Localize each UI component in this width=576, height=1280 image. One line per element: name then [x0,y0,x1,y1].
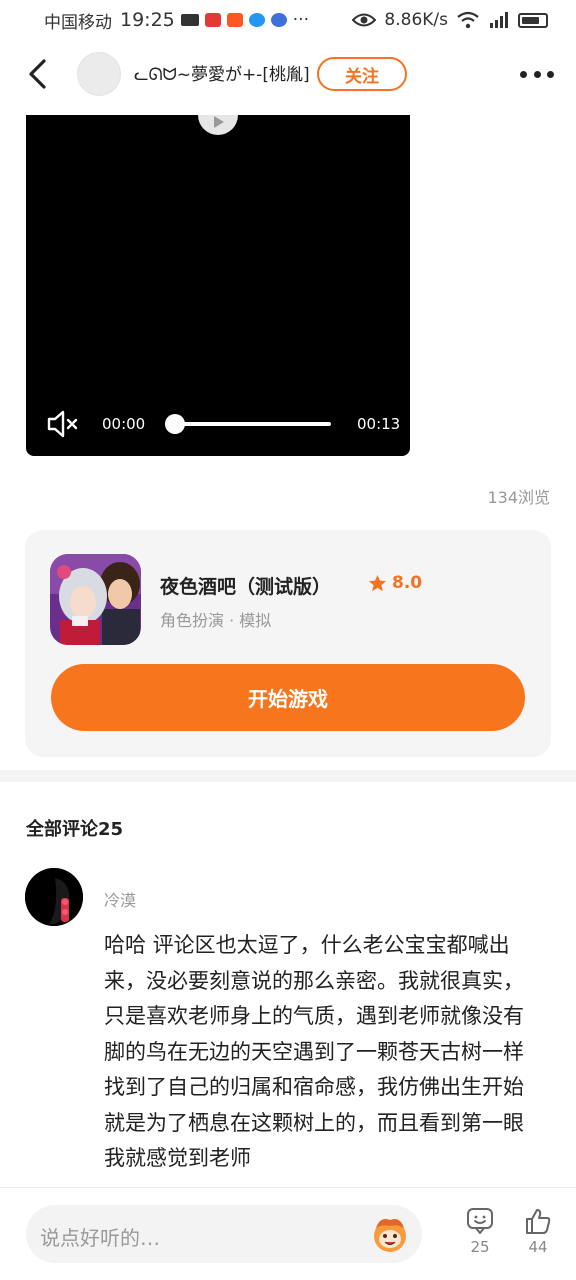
video-duration: 00:13 [357,415,401,433]
status-left: 中国移动 19:25 ··· [44,8,309,33]
mute-icon[interactable] [46,409,80,439]
rating-value: 8.0 [392,573,423,593]
music-app-icon [270,13,287,27]
game-cover-art [50,554,141,645]
video-current-time: 00:00 [102,415,146,433]
comments-header: 全部评论25 [26,819,124,840]
huawei-app-icon [204,13,221,27]
comment-input[interactable]: 说点好听的… [26,1205,422,1263]
like-action[interactable]: 44 [518,1206,558,1256]
post-detail-page: 中国移动 19:25 ··· 8.86K/s ᓚᘏᗢ~夢愛が+-[桃胤] 关注 … [0,0,576,1280]
comment-username[interactable]: 冷漠 [104,887,136,911]
comment-count: 25 [470,1238,490,1256]
more-dots-icon[interactable] [520,64,554,84]
avatar-image [25,868,83,926]
eye-icon [352,13,377,27]
wifi-icon [457,11,479,29]
author-avatar[interactable] [77,52,121,96]
status-right: 8.86K/s [352,10,548,30]
game-rating: 8.0 [368,573,422,593]
video-player[interactable]: 00:00 00:13 [26,115,410,456]
comment-icon [467,1208,493,1234]
game-tags: 角色扮演 · 模拟 [160,611,272,630]
game-title[interactable]: 夜色酒吧（测试版） [160,572,331,599]
more-notifications-icon: ··· [292,10,309,30]
video-call-icon [180,14,199,26]
game-card[interactable]: 夜色酒吧（测试版） 8.0 角色扮演 · 模拟 开始游戏 [25,530,551,757]
comment-input-placeholder: 说点好听的… [40,1226,160,1250]
comment-text: 哈哈 评论区也太逗了，什么老公宝宝都喊出来，没必要刻意说的那么亲密。我就很真实，… [104,933,524,1170]
carrier-name: 中国移动 [44,12,112,33]
like-count: 44 [528,1238,548,1256]
seek-handle[interactable] [165,414,185,434]
start-game-button[interactable]: 开始游戏 [51,664,525,731]
author-name[interactable]: ᓚᘏᗢ~夢愛が+-[桃胤] [134,60,310,85]
play-icon[interactable] [198,115,238,135]
signal-icon [490,12,508,28]
back-arrow-icon[interactable] [24,58,52,90]
clock: 19:25 [120,9,175,31]
battery-level [522,16,539,24]
game-icon[interactable] [50,554,141,645]
bottom-action-bar: 说点好听的… 25 44 [0,1187,576,1280]
view-count: 134浏览 [487,488,550,507]
section-divider [0,770,576,782]
follow-button[interactable]: 关注 [317,57,407,91]
star-icon [368,574,387,591]
comment-avatar[interactable] [25,868,83,926]
browser-app-icon [248,13,265,27]
post-header: ᓚᘏᗢ~夢愛が+-[桃胤] 关注 [0,46,576,102]
shop-app-icon [226,13,243,27]
thumbs-up-icon [526,1209,551,1234]
video-seek-bar[interactable] [165,414,331,434]
comment-action[interactable]: 25 [460,1206,500,1256]
network-speed: 8.86K/s [384,10,448,30]
battery-icon [518,12,548,28]
status-bar: 中国移动 19:25 ··· 8.86K/s [0,0,576,40]
emoji-icon[interactable] [370,1214,410,1254]
